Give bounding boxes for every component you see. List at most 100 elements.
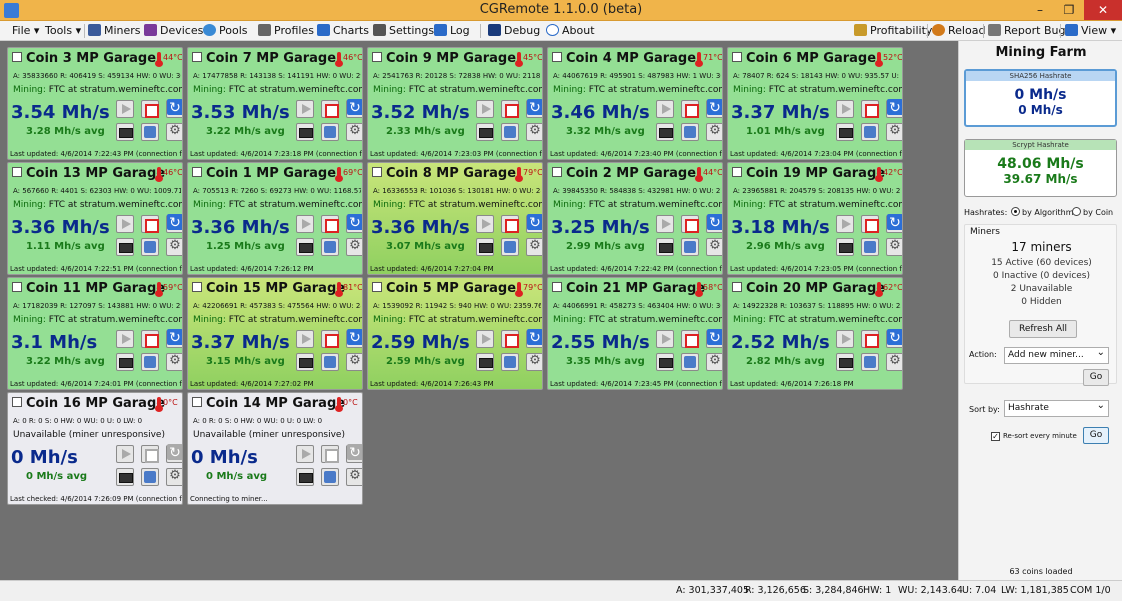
stop-miner-button[interactable] — [321, 330, 339, 348]
start-miner-button[interactable] — [656, 215, 674, 233]
miner-select-checkbox[interactable] — [192, 167, 202, 177]
stop-miner-button[interactable] — [141, 215, 159, 233]
restart-miner-button[interactable] — [166, 214, 182, 233]
stop-miner-button[interactable] — [681, 330, 699, 348]
start-miner-button[interactable] — [296, 330, 314, 348]
pools-icon[interactable] — [861, 238, 879, 256]
menu-tools[interactable]: Tools ▾ — [45, 23, 81, 39]
settings-gear-icon[interactable] — [706, 123, 722, 141]
pools-icon[interactable] — [141, 468, 159, 486]
miner-name[interactable]: Coin 19 MP Garage — [732, 166, 885, 181]
action-go-button[interactable]: Go — [1083, 369, 1109, 386]
settings-gear-icon[interactable] — [346, 468, 362, 486]
restart-miner-button[interactable] — [706, 329, 722, 348]
pools-icon[interactable] — [501, 353, 519, 371]
pools-icon[interactable] — [861, 123, 879, 141]
miner-select-checkbox[interactable] — [192, 52, 202, 62]
restart-miner-button[interactable] — [346, 214, 362, 233]
minimize-button[interactable]: – — [1026, 0, 1054, 20]
settings-gear-icon[interactable] — [886, 353, 902, 371]
miner-select-checkbox[interactable] — [12, 52, 22, 62]
miner-name[interactable]: Coin 1 MP Garage — [192, 166, 336, 181]
monitor-icon[interactable] — [836, 353, 854, 371]
monitor-icon[interactable] — [296, 468, 314, 486]
miner-name[interactable]: Coin 15 MP Garage — [192, 281, 345, 296]
monitor-icon[interactable] — [296, 353, 314, 371]
restart-miner-button[interactable] — [706, 214, 722, 233]
miner-name[interactable]: Coin 7 MP Garage — [192, 51, 336, 66]
pools-icon[interactable] — [141, 238, 159, 256]
stop-miner-button[interactable] — [321, 215, 339, 233]
menu-reload[interactable]: Reload — [932, 23, 985, 39]
monitor-icon[interactable] — [116, 468, 134, 486]
menu-log[interactable]: Log — [434, 23, 470, 39]
start-miner-button[interactable] — [836, 330, 854, 348]
monitor-icon[interactable] — [116, 353, 134, 371]
settings-gear-icon[interactable] — [166, 238, 182, 256]
miner-card[interactable]: Coin 2 MP Garage 44°C A: 39845350 R: 58483… — [547, 162, 723, 275]
restart-miner-button[interactable] — [346, 444, 362, 463]
restart-miner-button[interactable] — [886, 329, 902, 348]
miner-select-checkbox[interactable] — [12, 397, 22, 407]
settings-gear-icon[interactable] — [706, 353, 722, 371]
miner-name[interactable]: Coin 11 MP Garage — [12, 281, 165, 296]
start-miner-button[interactable] — [116, 445, 134, 463]
miner-select-checkbox[interactable] — [732, 167, 742, 177]
menu-profitability[interactable]: Profitability — [854, 23, 932, 39]
pools-icon[interactable] — [861, 353, 879, 371]
restart-miner-button[interactable] — [706, 99, 722, 118]
miner-select-checkbox[interactable] — [192, 282, 202, 292]
miner-card[interactable]: Coin 14 MP Garage 0°C A: 0 R: 0 S: 0 HW: 0… — [187, 392, 363, 505]
settings-gear-icon[interactable] — [526, 123, 542, 141]
stop-miner-button[interactable] — [141, 100, 159, 118]
restart-miner-button[interactable] — [166, 444, 182, 463]
restart-miner-button[interactable] — [166, 329, 182, 348]
settings-gear-icon[interactable] — [526, 353, 542, 371]
miner-card[interactable]: Coin 1 MP Garage 69°C A: 705513 R: 7260 S:… — [187, 162, 363, 275]
menu-debug[interactable]: Debug — [488, 23, 540, 39]
settings-gear-icon[interactable] — [166, 468, 182, 486]
monitor-icon[interactable] — [476, 123, 494, 141]
restart-miner-button[interactable] — [526, 99, 542, 118]
menu-devices[interactable]: Devices — [144, 23, 203, 39]
restart-miner-button[interactable] — [526, 214, 542, 233]
action-select[interactable]: Add new miner... — [1004, 345, 1109, 364]
miner-select-checkbox[interactable] — [372, 282, 382, 292]
settings-gear-icon[interactable] — [886, 123, 902, 141]
miner-select-checkbox[interactable] — [12, 167, 22, 177]
resort-checkbox[interactable]: ✓ Re-sort every minute — [991, 432, 1077, 441]
miner-card[interactable]: Coin 3 MP Garage 44°C A: 35833660 R: 40641… — [7, 47, 183, 160]
pools-icon[interactable] — [321, 353, 339, 371]
stop-miner-button[interactable] — [501, 330, 519, 348]
miner-card[interactable]: Coin 5 MP Garage 79°C A: 1539092 R: 11942 … — [367, 277, 543, 390]
stop-miner-button[interactable] — [861, 215, 879, 233]
stop-miner-button[interactable] — [681, 100, 699, 118]
miner-select-checkbox[interactable] — [552, 167, 562, 177]
pools-icon[interactable] — [681, 353, 699, 371]
stop-miner-button[interactable] — [501, 100, 519, 118]
settings-gear-icon[interactable] — [706, 238, 722, 256]
miner-name[interactable]: Coin 9 MP Garage — [372, 51, 516, 66]
miner-name[interactable]: Coin 21 MP Garage — [552, 281, 705, 296]
miner-card[interactable]: Coin 6 MP Garage 52°C A: 78407 R: 624 S: 1… — [727, 47, 903, 160]
miner-card[interactable]: Coin 19 MP Garage 42°C A: 23965881 R: 2045… — [727, 162, 903, 275]
pools-icon[interactable] — [681, 123, 699, 141]
miner-card[interactable]: Coin 11 MP Garage 59°C A: 17182039 R: 1270… — [7, 277, 183, 390]
pools-icon[interactable] — [141, 123, 159, 141]
start-miner-button[interactable] — [296, 445, 314, 463]
by-coin-radio[interactable]: by Coin — [1072, 207, 1113, 217]
miner-select-checkbox[interactable] — [732, 282, 742, 292]
pools-icon[interactable] — [501, 238, 519, 256]
stop-miner-button[interactable] — [141, 445, 159, 463]
stop-miner-button[interactable] — [861, 330, 879, 348]
pools-icon[interactable] — [681, 238, 699, 256]
miner-card[interactable]: Coin 16 MP Garage 0°C A: 0 R: 0 S: 0 HW: 0… — [7, 392, 183, 505]
monitor-icon[interactable] — [476, 353, 494, 371]
stop-miner-button[interactable] — [501, 215, 519, 233]
stop-miner-button[interactable] — [321, 100, 339, 118]
monitor-icon[interactable] — [116, 123, 134, 141]
miner-select-checkbox[interactable] — [732, 52, 742, 62]
start-miner-button[interactable] — [656, 330, 674, 348]
start-miner-button[interactable] — [476, 215, 494, 233]
close-button[interactable]: ✕ — [1084, 0, 1122, 20]
